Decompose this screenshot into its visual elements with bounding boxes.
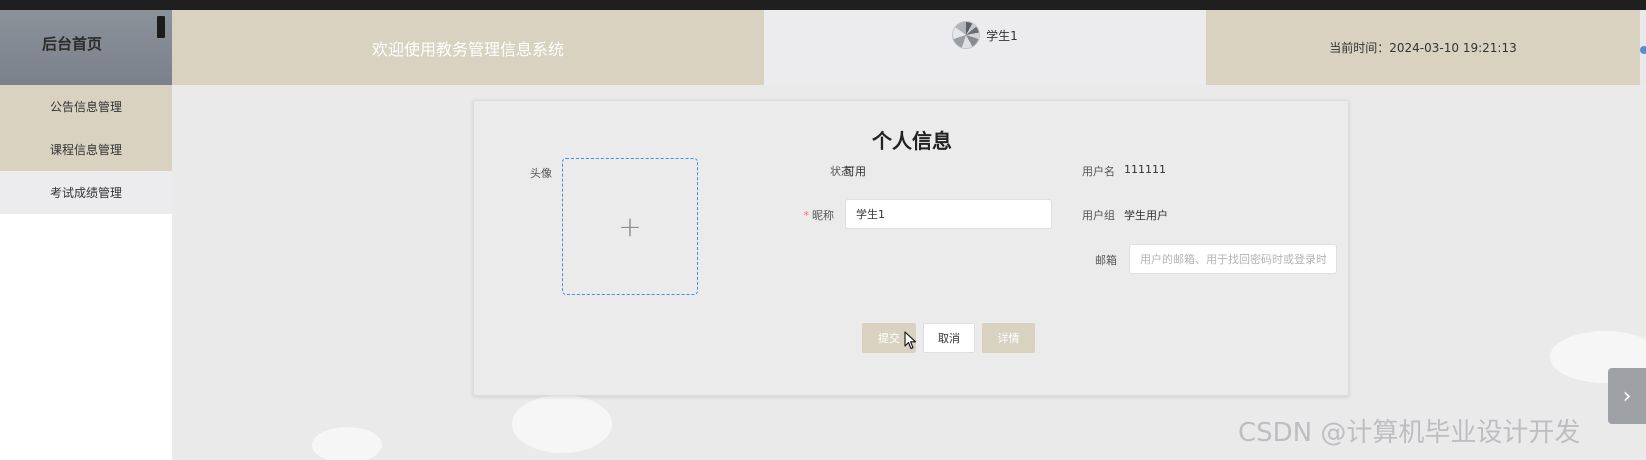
mouse-cursor-icon <box>904 331 917 350</box>
plus-icon: + <box>618 210 642 243</box>
edge-indicator <box>1640 46 1646 54</box>
email-input[interactable] <box>1129 244 1337 274</box>
nickname-label: * 昵称 <box>803 209 835 222</box>
watermark: CSDN @计算机毕业设计开发 <box>1238 418 1581 448</box>
sidebar-item-label: 公告信息管理 <box>49 100 122 114</box>
sidebar-collapse-handle[interactable] <box>157 16 165 38</box>
nickname-input[interactable] <box>845 199 1052 229</box>
chevron-right-icon[interactable]: › <box>1608 368 1646 424</box>
usergroup-label: 用户组 <box>1082 209 1115 222</box>
window-top-strip <box>0 0 1646 10</box>
sidebar-item-course[interactable]: 课程信息管理 <box>0 128 172 171</box>
email-label: 邮箱 <box>1095 254 1117 267</box>
cancel-button[interactable]: 取消 <box>923 323 975 353</box>
avatar-uploader[interactable]: + <box>562 158 698 295</box>
user-avatar[interactable] <box>952 21 981 49</box>
logo-area: 后台首页 <box>0 10 172 85</box>
sidebar-item-exam-score[interactable]: 考试成绩管理 <box>0 171 172 214</box>
header-time: 当前时间：2024-03-10 19:21:13 <box>1206 10 1640 85</box>
username-value: 111111 <box>1124 163 1166 176</box>
detail-button[interactable]: 详情 <box>982 323 1035 353</box>
sidebar-item-notice[interactable]: 公告信息管理 <box>0 85 172 128</box>
page-title: 个人信息 <box>872 129 952 153</box>
header-user-area: 学生1 <box>764 10 1206 85</box>
sidebar: 公告信息管理 课程信息管理 考试成绩管理 <box>0 85 172 460</box>
decor-bubble <box>512 395 612 453</box>
avatar-label: 头像 <box>530 167 552 180</box>
usergroup-value: 学生用户 <box>1124 209 1168 222</box>
user-name[interactable]: 学生1 <box>986 27 1018 44</box>
sidebar-item-label: 课程信息管理 <box>49 143 122 157</box>
header-welcome: 欢迎使用教务管理信息系统 <box>172 10 764 85</box>
home-title[interactable]: 后台首页 <box>42 33 102 54</box>
user-menu[interactable]: 学生1 <box>952 20 1018 50</box>
required-mark: * <box>803 209 810 222</box>
current-time: 当前时间：2024-03-10 19:21:13 <box>1329 41 1517 55</box>
username-label: 用户名 <box>1082 165 1115 178</box>
profile-card: 个人信息 头像 + 状态 可用 *昵称 用户名 111111 用户组 学生用户 … <box>473 100 1349 396</box>
welcome-text: 欢迎使用教务管理信息系统 <box>371 39 564 59</box>
decor-bubble <box>312 427 382 460</box>
status-value: 可用 <box>844 165 866 178</box>
sidebar-item-label: 考试成绩管理 <box>49 186 122 200</box>
